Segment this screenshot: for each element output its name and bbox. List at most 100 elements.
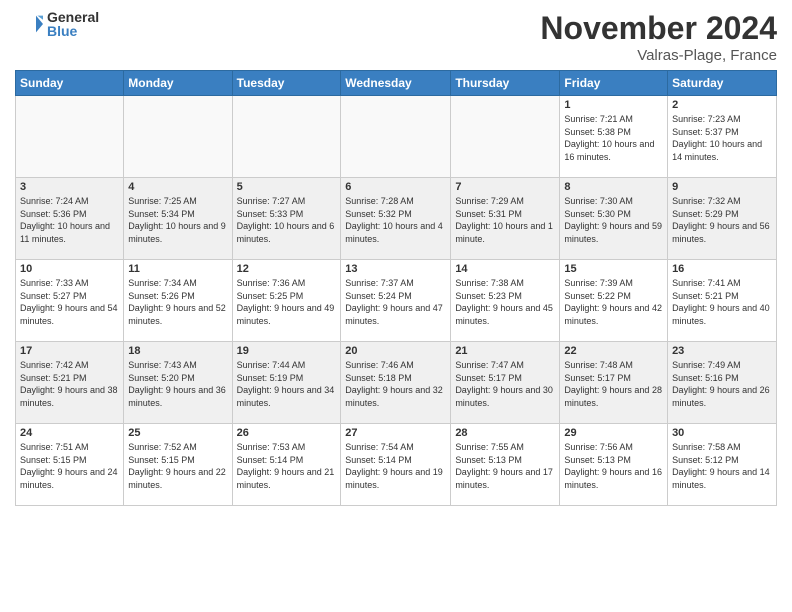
col-header-saturday: Saturday — [668, 71, 777, 96]
day-cell: 10 Sunrise: 7:33 AM Sunset: 5:27 PM Dayli… — [16, 260, 124, 342]
col-header-thursday: Thursday — [451, 71, 560, 96]
day-cell: 24 Sunrise: 7:51 AM Sunset: 5:15 PM Dayli… — [16, 424, 124, 506]
day-info: Sunrise: 7:38 AM Sunset: 5:23 PM Dayligh… — [455, 277, 555, 327]
page: General Blue November 2024 Valras-Plage,… — [0, 0, 792, 516]
day-number: 11 — [128, 263, 227, 275]
logo-icon — [15, 10, 43, 38]
day-cell: 20 Sunrise: 7:46 AM Sunset: 5:18 PM Dayli… — [341, 342, 451, 424]
day-info: Sunrise: 7:56 AM Sunset: 5:13 PM Dayligh… — [564, 441, 663, 491]
day-number: 4 — [128, 181, 227, 193]
title-block: November 2024 Valras-Plage, France — [540, 10, 777, 64]
day-info: Sunrise: 7:51 AM Sunset: 5:15 PM Dayligh… — [20, 441, 119, 491]
location: Valras-Plage, France — [540, 47, 777, 64]
logo: General Blue — [15, 10, 99, 38]
day-cell: 1Sunrise: 7:21 AM Sunset: 5:38 PM Daylig… — [560, 96, 668, 178]
day-cell: 4Sunrise: 7:25 AM Sunset: 5:34 PM Daylig… — [124, 178, 232, 260]
day-info: Sunrise: 7:54 AM Sunset: 5:14 PM Dayligh… — [345, 441, 446, 491]
day-cell: 30 Sunrise: 7:58 AM Sunset: 5:12 PM Dayli… — [668, 424, 777, 506]
day-info: Sunrise: 7:30 AM Sunset: 5:30 PM Dayligh… — [564, 195, 663, 245]
logo-blue: Blue — [47, 24, 99, 38]
day-number: 24 — [20, 427, 119, 439]
day-number: 22 — [564, 345, 663, 357]
day-info: Sunrise: 7:46 AM Sunset: 5:18 PM Dayligh… — [345, 359, 446, 409]
day-cell: 28 Sunrise: 7:55 AM Sunset: 5:13 PM Dayli… — [451, 424, 560, 506]
day-info: Sunrise: 7:58 AM Sunset: 5:12 PM Dayligh… — [672, 441, 772, 491]
day-number: 18 — [128, 345, 227, 357]
day-cell: 16 Sunrise: 7:41 AM Sunset: 5:21 PM Dayli… — [668, 260, 777, 342]
day-info: Sunrise: 7:41 AM Sunset: 5:21 PM Dayligh… — [672, 277, 772, 327]
day-cell: 22 Sunrise: 7:48 AM Sunset: 5:17 PM Dayli… — [560, 342, 668, 424]
day-number: 6 — [345, 181, 446, 193]
day-cell: 29Sunrise: 7:56 AM Sunset: 5:13 PM Dayli… — [560, 424, 668, 506]
day-number: 5 — [237, 181, 337, 193]
day-info: Sunrise: 7:48 AM Sunset: 5:17 PM Dayligh… — [564, 359, 663, 409]
month-title: November 2024 — [540, 10, 777, 47]
col-header-sunday: Sunday — [16, 71, 124, 96]
day-cell: 5Sunrise: 7:27 AM Sunset: 5:33 PM Daylig… — [232, 178, 341, 260]
day-cell — [341, 96, 451, 178]
day-info: Sunrise: 7:44 AM Sunset: 5:19 PM Dayligh… — [237, 359, 337, 409]
day-cell — [451, 96, 560, 178]
day-info: Sunrise: 7:39 AM Sunset: 5:22 PM Dayligh… — [564, 277, 663, 327]
week-row-3: 17Sunrise: 7:42 AM Sunset: 5:21 PM Dayli… — [16, 342, 777, 424]
day-cell: 21Sunrise: 7:47 AM Sunset: 5:17 PM Dayli… — [451, 342, 560, 424]
day-number: 26 — [237, 427, 337, 439]
calendar-header-row: SundayMondayTuesdayWednesdayThursdayFrid… — [16, 71, 777, 96]
week-row-1: 3 Sunrise: 7:24 AM Sunset: 5:36 PM Daylig… — [16, 178, 777, 260]
day-number: 3 — [20, 181, 119, 193]
week-row-0: 1Sunrise: 7:21 AM Sunset: 5:38 PM Daylig… — [16, 96, 777, 178]
day-info: Sunrise: 7:21 AM Sunset: 5:38 PM Dayligh… — [564, 113, 663, 163]
day-info: Sunrise: 7:23 AM Sunset: 5:37 PM Dayligh… — [672, 113, 772, 163]
day-cell: 3 Sunrise: 7:24 AM Sunset: 5:36 PM Daylig… — [16, 178, 124, 260]
day-number: 10 — [20, 263, 119, 275]
day-cell: 25Sunrise: 7:52 AM Sunset: 5:15 PM Dayli… — [124, 424, 232, 506]
day-info: Sunrise: 7:49 AM Sunset: 5:16 PM Dayligh… — [672, 359, 772, 409]
day-number: 25 — [128, 427, 227, 439]
day-number: 17 — [20, 345, 119, 357]
day-number: 30 — [672, 427, 772, 439]
day-number: 9 — [672, 181, 772, 193]
day-cell: 11 Sunrise: 7:34 AM Sunset: 5:26 PM Dayli… — [124, 260, 232, 342]
day-number: 2 — [672, 99, 772, 111]
col-header-friday: Friday — [560, 71, 668, 96]
day-info: Sunrise: 7:24 AM Sunset: 5:36 PM Dayligh… — [20, 195, 119, 245]
day-cell: 6Sunrise: 7:28 AM Sunset: 5:32 PM Daylig… — [341, 178, 451, 260]
day-cell: 12 Sunrise: 7:36 AM Sunset: 5:25 PM Dayli… — [232, 260, 341, 342]
day-cell — [124, 96, 232, 178]
day-number: 16 — [672, 263, 772, 275]
day-info: Sunrise: 7:53 AM Sunset: 5:14 PM Dayligh… — [237, 441, 337, 491]
calendar-table: SundayMondayTuesdayWednesdayThursdayFrid… — [15, 70, 777, 506]
logo-text: General Blue — [47, 10, 99, 38]
day-number: 13 — [345, 263, 446, 275]
day-cell: 13 Sunrise: 7:37 AM Sunset: 5:24 PM Dayli… — [341, 260, 451, 342]
header: General Blue November 2024 Valras-Plage,… — [15, 10, 777, 64]
day-number: 19 — [237, 345, 337, 357]
day-number: 8 — [564, 181, 663, 193]
day-cell: 23 Sunrise: 7:49 AM Sunset: 5:16 PM Dayli… — [668, 342, 777, 424]
day-cell: 17Sunrise: 7:42 AM Sunset: 5:21 PM Dayli… — [16, 342, 124, 424]
day-number: 12 — [237, 263, 337, 275]
day-info: Sunrise: 7:32 AM Sunset: 5:29 PM Dayligh… — [672, 195, 772, 245]
day-info: Sunrise: 7:29 AM Sunset: 5:31 PM Dayligh… — [455, 195, 555, 245]
day-number: 23 — [672, 345, 772, 357]
day-info: Sunrise: 7:33 AM Sunset: 5:27 PM Dayligh… — [20, 277, 119, 327]
day-info: Sunrise: 7:36 AM Sunset: 5:25 PM Dayligh… — [237, 277, 337, 327]
week-row-4: 24 Sunrise: 7:51 AM Sunset: 5:15 PM Dayli… — [16, 424, 777, 506]
day-cell: 18 Sunrise: 7:43 AM Sunset: 5:20 PM Dayli… — [124, 342, 232, 424]
day-info: Sunrise: 7:37 AM Sunset: 5:24 PM Dayligh… — [345, 277, 446, 327]
day-number: 14 — [455, 263, 555, 275]
col-header-tuesday: Tuesday — [232, 71, 341, 96]
day-info: Sunrise: 7:34 AM Sunset: 5:26 PM Dayligh… — [128, 277, 227, 327]
day-cell: 8 Sunrise: 7:30 AM Sunset: 5:30 PM Daylig… — [560, 178, 668, 260]
day-cell: 15 Sunrise: 7:39 AM Sunset: 5:22 PM Dayli… — [560, 260, 668, 342]
day-number: 20 — [345, 345, 446, 357]
day-number: 7 — [455, 181, 555, 193]
day-cell: 2 Sunrise: 7:23 AM Sunset: 5:37 PM Daylig… — [668, 96, 777, 178]
day-cell — [232, 96, 341, 178]
day-info: Sunrise: 7:55 AM Sunset: 5:13 PM Dayligh… — [455, 441, 555, 491]
day-cell: 7 Sunrise: 7:29 AM Sunset: 5:31 PM Daylig… — [451, 178, 560, 260]
col-header-wednesday: Wednesday — [341, 71, 451, 96]
day-info: Sunrise: 7:43 AM Sunset: 5:20 PM Dayligh… — [128, 359, 227, 409]
day-number: 15 — [564, 263, 663, 275]
day-number: 28 — [455, 427, 555, 439]
